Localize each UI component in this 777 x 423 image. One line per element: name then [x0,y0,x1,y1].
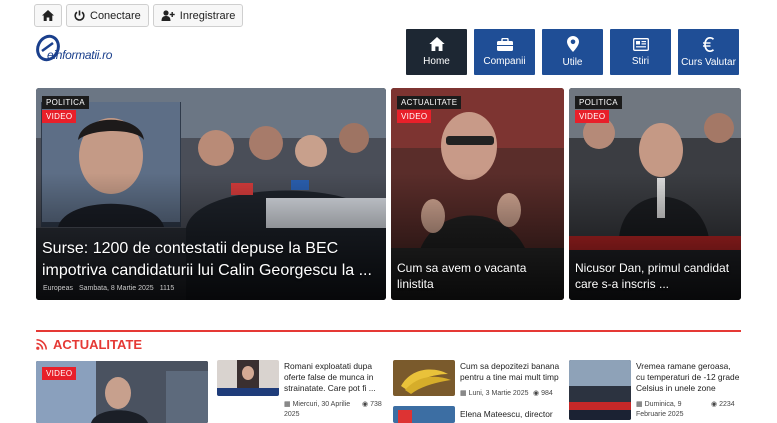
nav-stiri-label: Stiri [631,55,650,67]
news-views: ◉ 984 [533,389,553,397]
news-date: ▦ Luni, 3 Martie 2025 [460,389,529,399]
eye-icon: ◉ [362,401,371,408]
news-item[interactable]: Cum sa depozitezi banana pentru a tine m… [393,360,568,400]
news-thumbnail[interactable] [217,360,279,396]
euro-icon [702,36,714,52]
hero-title[interactable]: Cum sa avem o vacanta linistita [397,260,556,292]
connect-button[interactable]: Conectare [66,4,149,27]
hero-card-third[interactable]: POLITICA VIDEO Nicusor Dan, primul candi… [569,88,741,300]
news-thumbnail[interactable] [393,360,455,396]
news-image [393,406,455,423]
newspaper-icon [632,37,649,51]
news-title[interactable]: Vremea ramane geroasa, cu temperaturi de… [636,361,741,394]
nav-utile-label: Utile [562,57,583,68]
news-date: ▦ Duminica, 9 Februarie 2025 [636,400,683,420]
category-badge[interactable]: ACTUALITATE [397,96,462,109]
views-count: 2234 [719,401,735,408]
news-title[interactable]: Romani exploatati dupa oferte false de m… [284,361,392,394]
date-label-line2: Februarie 2025 [636,411,684,418]
source-label: Europeas [43,285,73,292]
nav-curs-valutar-label: Curs Valutar [681,56,736,68]
eye-icon: ◉ [711,401,720,408]
news-date: ▦ Miercuri, 30 Aprilie 2025 [284,400,350,420]
hero-meta: Europeas Sambata, 8 Martie 2025 1115 [43,285,174,292]
news-thumbnail[interactable] [393,406,455,423]
section-title: ACTUALITATE [53,337,143,352]
news-thumbnail[interactable] [569,360,631,420]
date-label: Miercuri, 30 Aprilie [292,401,351,408]
video-badge: VIDEO [42,367,77,380]
news-item[interactable]: Romani exploatati dupa oferte false de m… [217,360,392,423]
home-icon [42,10,54,21]
home-icon [428,37,445,51]
news-image [393,360,455,396]
date-label: Duminica, 9 [644,401,682,408]
main-nav: Home Companii Utile Stiri Curs Valutar [406,29,739,75]
home-button[interactable] [34,4,62,27]
rss-icon [36,339,47,350]
views-label: 1115 [159,285,175,292]
nav-utile[interactable]: Utile [542,29,603,75]
nav-home[interactable]: Home [406,29,467,75]
register-button[interactable]: Inregistrare [152,4,244,27]
news-views: ◉ 2234 [711,400,735,408]
news-views: ◉ 738 [362,400,382,408]
user-plus-icon [161,10,175,21]
register-label: Inregistrare [179,9,236,22]
briefcase-icon [496,37,513,51]
views-count: 738 [370,401,382,408]
news-title[interactable]: Cum sa depozitezi banana pentru a tine m… [460,361,568,383]
nav-curs-valutar[interactable]: Curs Valutar [678,29,739,75]
calendar-icon: ▦ [460,390,469,397]
category-badge[interactable]: POLITICA [575,96,622,109]
hero-title[interactable]: Nicusor Dan, primul candidat care s-a in… [575,260,733,292]
calendar-icon: ▦ [284,401,293,408]
logo-text: einformatii.ro [47,48,113,62]
category-badge[interactable]: POLITICA [42,96,89,109]
news-image [217,360,279,396]
video-badge: VIDEO [575,110,610,123]
featured-card[interactable]: VIDEO [36,361,208,423]
connect-label: Conectare [90,9,141,22]
date-label: Luni, 3 Martie 2025 [468,390,529,397]
hero-title[interactable]: Surse: 1200 de contestatii depuse la BEC… [42,238,378,282]
video-badge: VIDEO [397,110,432,123]
top-bar: Conectare Inregistrare [34,4,244,27]
views-count: 984 [541,390,553,397]
section-divider [36,330,741,332]
news-item[interactable]: Elena Mateescu, director [393,406,568,423]
news-image [569,360,631,420]
hero-card-main[interactable]: POLITICA VIDEO Surse: 1200 de contestati… [36,88,386,300]
eye-icon: ◉ [533,390,542,397]
section-header[interactable]: ACTUALITATE [36,337,142,352]
date-label: Sambata, 8 Martie 2025 [78,285,154,292]
map-marker-icon [566,36,579,52]
power-icon [74,10,85,21]
nav-home-label: Home [423,56,450,67]
news-item[interactable]: Vremea ramane geroasa, cu temperaturi de… [569,360,741,423]
date-label-line2: 2025 [284,411,300,418]
calendar-icon: ▦ [636,401,645,408]
news-title[interactable]: Elena Mateescu, director [460,409,568,420]
video-badge: VIDEO [42,110,77,123]
nav-companii-label: Companii [483,55,526,67]
hero-card-second[interactable]: ACTUALITATE VIDEO Cum sa avem o vacanta … [391,88,564,300]
nav-companii[interactable]: Companii [474,29,535,75]
nav-stiri[interactable]: Stiri [610,29,671,75]
